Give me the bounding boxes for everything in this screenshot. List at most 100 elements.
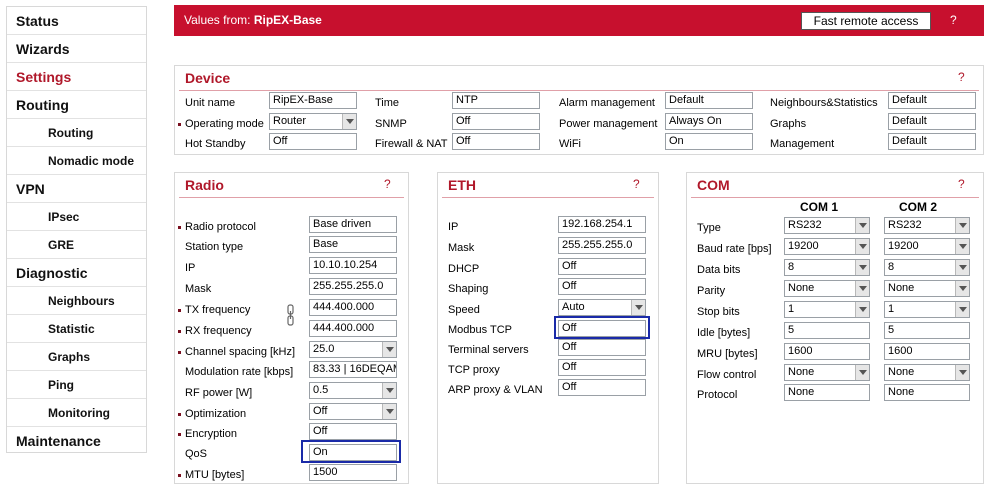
com1-data-bits-select[interactable]: 8 — [784, 259, 870, 276]
nav-routing[interactable]: Routing — [7, 91, 146, 119]
com1-type-select[interactable]: RS232 — [784, 217, 870, 234]
com2-protocol-field[interactable]: None — [884, 384, 970, 401]
firewall-field[interactable]: Off — [452, 133, 540, 150]
alarm-management-field[interactable]: Default — [665, 92, 753, 109]
rx-frequency-field[interactable]: 444.400.000 — [309, 320, 397, 337]
com2-type-value: RS232 — [888, 219, 922, 231]
modbus-tcp-field[interactable]: Off — [558, 320, 646, 337]
dhcp-field[interactable]: Off — [558, 258, 646, 275]
time-field[interactable]: NTP — [452, 92, 540, 109]
com2-idle-field[interactable]: 5 — [884, 322, 970, 339]
management-label: Management — [770, 138, 835, 150]
radio-protocol-field[interactable]: Base driven — [309, 216, 397, 233]
com1-flow-control-select[interactable]: None — [784, 364, 870, 381]
com1-protocol-field[interactable]: None — [784, 384, 870, 401]
com2-data-bits-value: 8 — [888, 261, 895, 273]
operating-mode-select[interactable]: Router — [269, 113, 357, 130]
radio-ip-field[interactable]: 10.10.10.254 — [309, 257, 397, 274]
eth-help-icon[interactable]: ? — [633, 177, 640, 191]
stop-bits-label: Stop bits — [697, 306, 740, 318]
speed-value: Auto — [562, 301, 585, 313]
power-management-field[interactable]: Always On — [665, 113, 753, 130]
com1-flow-control-value: None — [788, 366, 815, 378]
rf-power-select[interactable]: 0.5 — [309, 382, 397, 399]
shaping-field[interactable]: Off — [558, 278, 646, 295]
com2-type-select[interactable]: RS232 — [884, 217, 970, 234]
nav-monitoring[interactable]: Monitoring — [7, 399, 146, 427]
time-label: Time — [375, 97, 400, 109]
eth-mask-field[interactable]: 255.255.255.0 — [558, 237, 646, 254]
nav-neighbours[interactable]: Neighbours — [7, 287, 146, 315]
snmp-field[interactable]: Off — [452, 113, 540, 130]
nav-status[interactable]: Status — [7, 7, 146, 35]
eth-ip-field[interactable]: 192.168.254.1 — [558, 216, 646, 233]
nav-ping[interactable]: Ping — [7, 371, 146, 399]
tcp-proxy-label: TCP proxy — [448, 364, 500, 376]
com2-baud-value: 19200 — [888, 240, 919, 252]
tcp-proxy-field[interactable]: Off — [558, 359, 646, 376]
com-separator — [691, 197, 979, 198]
radio-mask-field[interactable]: 255.255.255.0 — [309, 278, 397, 295]
com2-data-bits-select[interactable]: 8 — [884, 259, 970, 276]
snmp-label: SNMP — [375, 118, 407, 130]
idle-label: Idle [bytes] — [697, 327, 751, 339]
nav-maintenance[interactable]: Maintenance — [7, 427, 146, 455]
com1-stop-bits-value: 1 — [788, 303, 795, 315]
operating-mode-value: Router — [273, 115, 307, 127]
nav-statistic[interactable]: Statistic — [7, 315, 146, 343]
nav-diagnostic[interactable]: Diagnostic — [7, 259, 146, 287]
com2-mru-field[interactable]: 1600 — [884, 343, 970, 360]
com2-parity-select[interactable]: None — [884, 280, 970, 297]
fast-remote-access-button[interactable]: Fast remote access — [801, 12, 931, 30]
frequency-link-icon[interactable] — [287, 304, 294, 326]
nav-vpn[interactable]: VPN — [7, 175, 146, 203]
tx-frequency-field[interactable]: 444.400.000 — [309, 299, 397, 316]
com1-idle-field[interactable]: 5 — [784, 322, 870, 339]
com2-stop-bits-select[interactable]: 1 — [884, 301, 970, 318]
nav-graphs[interactable]: Graphs — [7, 343, 146, 371]
nav-ipsec[interactable]: IPsec — [7, 203, 146, 231]
nav-wizards[interactable]: Wizards — [7, 35, 146, 63]
eth-panel: ETH ? IP 192.168.254.1 Mask 255.255.255.… — [437, 172, 659, 484]
device-help-icon[interactable]: ? — [958, 70, 965, 84]
com1-parity-chevron-icon — [855, 281, 869, 296]
graphs-field[interactable]: Default — [888, 113, 976, 130]
terminal-servers-field[interactable]: Off — [558, 339, 646, 356]
wifi-field[interactable]: On — [665, 133, 753, 150]
com1-baud-select[interactable]: 19200 — [784, 238, 870, 255]
speed-select[interactable]: Auto — [558, 299, 646, 316]
management-field[interactable]: Default — [888, 133, 976, 150]
nav-nomadic-mode[interactable]: Nomadic mode — [7, 147, 146, 175]
header-help-icon[interactable]: ? — [950, 13, 957, 27]
com2-type-chevron-icon — [955, 218, 969, 233]
unit-name-label: Unit name — [185, 97, 236, 109]
mtu-field[interactable]: 1500 — [309, 464, 397, 481]
modulation-rate-label: Modulation rate [kbps] — [185, 366, 294, 378]
station-type-field[interactable]: Base — [309, 236, 397, 253]
arp-proxy-field[interactable]: Off — [558, 379, 646, 396]
nav-routing-routing[interactable]: Routing — [7, 119, 146, 147]
com2-flow-control-chevron-icon — [955, 365, 969, 380]
com2-baud-chevron-icon — [955, 239, 969, 254]
nav-settings[interactable]: Settings — [7, 63, 146, 91]
com1-parity-select[interactable]: None — [784, 280, 870, 297]
com2-flow-control-value: None — [888, 366, 915, 378]
radio-help-icon[interactable]: ? — [384, 177, 391, 191]
optimization-select[interactable]: Off — [309, 403, 397, 420]
qos-field[interactable]: On — [309, 444, 397, 461]
channel-spacing-select[interactable]: 25.0 — [309, 341, 397, 358]
modulation-rate-field[interactable]: 83.33 | 16DEQAM — [309, 361, 397, 378]
com-help-icon[interactable]: ? — [958, 177, 965, 191]
com2-baud-select[interactable]: 19200 — [884, 238, 970, 255]
encryption-field[interactable]: Off — [309, 423, 397, 440]
com1-stop-bits-select[interactable]: 1 — [784, 301, 870, 318]
unit-name-field[interactable]: RipEX-Base — [269, 92, 357, 109]
neighbours-statistics-field[interactable]: Default — [888, 92, 976, 109]
channel-spacing-chevron-icon — [382, 342, 396, 357]
com2-flow-control-select[interactable]: None — [884, 364, 970, 381]
hot-standby-field[interactable]: Off — [269, 133, 357, 150]
com-panel: COM ? COM 1 COM 2 Type RS232 RS232 Baud … — [686, 172, 984, 484]
header-bar: Values from: RipEX-Base Fast remote acce… — [174, 5, 984, 36]
com1-mru-field[interactable]: 1600 — [784, 343, 870, 360]
nav-gre[interactable]: GRE — [7, 231, 146, 259]
